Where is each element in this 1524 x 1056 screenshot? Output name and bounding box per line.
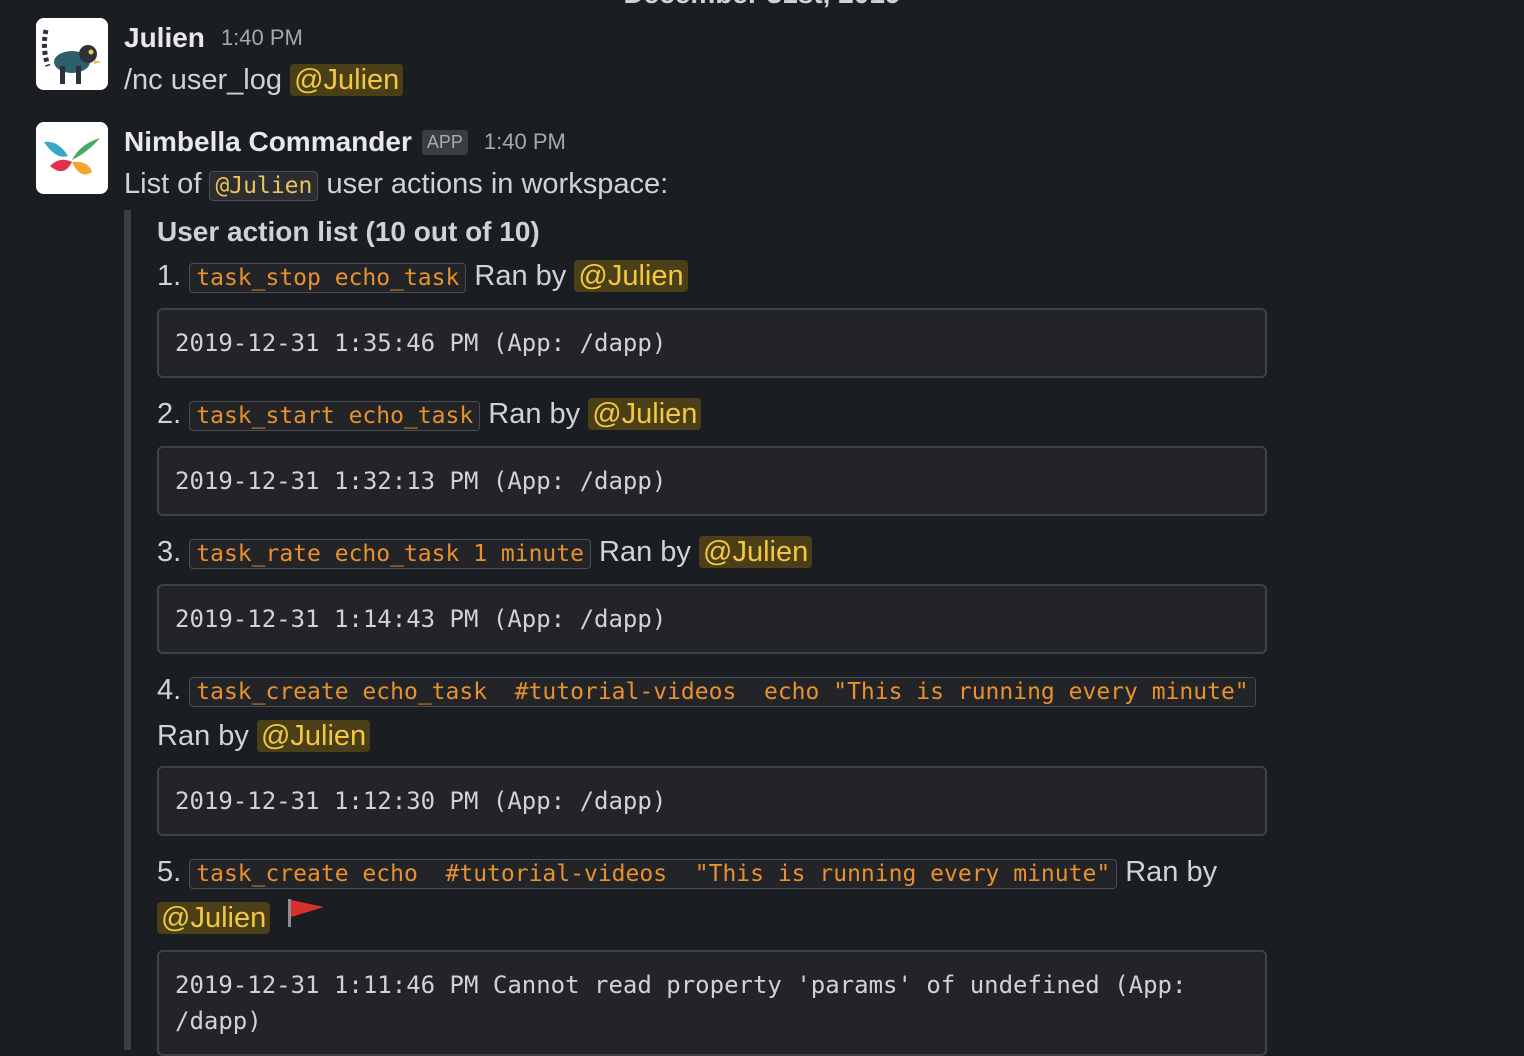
ran-by-label: Ran by xyxy=(488,398,581,430)
command-code: task_create echo #tutorial-videos "This … xyxy=(189,859,1118,889)
action-item: 1. task_stop echo_task Ran by @Julien xyxy=(157,254,1500,300)
command-code: task_stop echo_task xyxy=(189,263,467,293)
item-number: 5. xyxy=(157,856,182,888)
message-text-suffix: user actions in workspace: xyxy=(326,168,669,200)
app-badge: APP xyxy=(421,129,468,155)
log-block: 2019-12-31 1:12:30 PM (App: /dapp) xyxy=(157,766,1267,836)
ran-by-label: Ran by xyxy=(599,536,691,568)
message-text: List of @Julien user actions in workspac… xyxy=(124,162,1500,208)
message-time[interactable]: 1:40 PM xyxy=(221,25,303,51)
user-mention[interactable]: @Julien xyxy=(699,536,813,568)
command-code: task_start echo_task xyxy=(189,401,481,431)
date-divider: December 31st, 2019 xyxy=(0,0,1524,10)
log-block: 2019-12-31 1:14:43 PM (App: /dapp) xyxy=(157,584,1267,654)
author-name[interactable]: Julien xyxy=(124,22,205,54)
user-mention[interactable]: @Julien xyxy=(588,398,702,430)
command-code: task_create echo_task #tutorial-videos e… xyxy=(189,677,1256,707)
item-number: 1. xyxy=(157,260,182,292)
user-mention[interactable]: @Julien xyxy=(290,64,404,96)
message-text-prefix: List of xyxy=(124,168,202,200)
ran-by-label: Ran by xyxy=(474,260,567,292)
user-mention[interactable]: @Julien xyxy=(256,720,371,752)
attachment-title: User action list (10 out of 10) xyxy=(157,216,540,247)
action-item: 2. task_start echo_task Ran by @Julien xyxy=(157,392,1500,438)
action-list-attachment: User action list (10 out of 10) 1. task_… xyxy=(124,210,1500,1056)
red-flag-icon xyxy=(286,897,326,942)
ran-by-label: Ran by xyxy=(1125,856,1218,888)
log-block: 2019-12-31 1:35:46 PM (App: /dapp) xyxy=(157,308,1267,378)
avatar-julien[interactable] xyxy=(36,18,108,90)
user-mention[interactable]: @Julien xyxy=(574,260,688,292)
action-item: 4. task_create echo_task #tutorial-video… xyxy=(157,668,1500,758)
author-name[interactable]: Nimbella Commander xyxy=(124,126,412,158)
command-code: task_rate echo_task 1 minute xyxy=(189,539,591,569)
action-item: 5. task_create echo #tutorial-videos "Th… xyxy=(157,850,1500,942)
item-number: 2. xyxy=(157,398,182,430)
ran-by-label: Ran by xyxy=(157,720,249,752)
nimbella-logo-icon xyxy=(36,122,108,194)
action-item: 3. task_rate echo_task 1 minute Ran by @… xyxy=(157,530,1500,576)
user-mention[interactable]: @Julien xyxy=(157,902,271,934)
item-number: 3. xyxy=(157,536,182,568)
log-block: 2019-12-31 1:32:13 PM (App: /dapp) xyxy=(157,446,1267,516)
item-number: 4. xyxy=(157,674,182,706)
message-text: /nc user_log @Julien xyxy=(124,58,1500,102)
lemur-avatar-icon xyxy=(36,18,108,90)
user-mention-code[interactable]: @Julien xyxy=(209,171,319,201)
message-time[interactable]: 1:40 PM xyxy=(484,129,566,155)
message-text-prefix: /nc user_log xyxy=(124,64,282,96)
avatar-nimbella[interactable] xyxy=(36,122,108,194)
